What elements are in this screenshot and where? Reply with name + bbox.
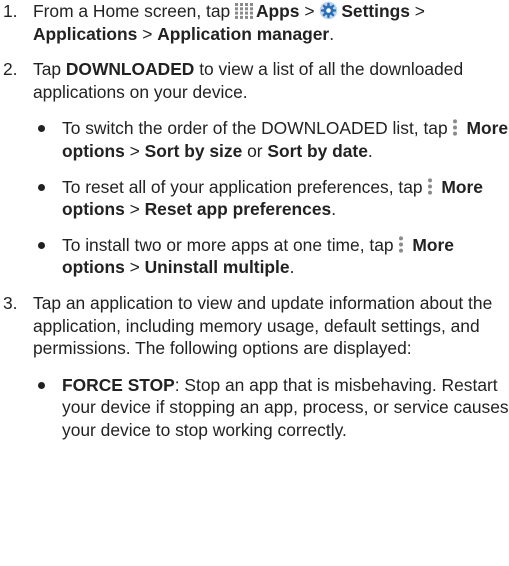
bullet-dot [38,125,45,133]
bullet-dot [38,183,45,191]
settings-gear-icon [319,1,338,20]
bullet-item: To reset all of your application prefere… [33,176,509,221]
step-text: Tap an application to view and update in… [33,292,493,359]
bullet-list: FORCE STOP: Stop an app that is misbehav… [33,374,509,442]
step-number: 1. [3,1,18,21]
step-text: Tap DOWNLOADED to view a list of all the… [33,59,464,102]
step-1: 1. From a Home screen, tap Apps > Settin… [0,0,509,45]
apps-grid-icon [235,3,253,19]
step-text: From a Home screen, tap Apps > Settings … [33,1,425,44]
more-options-icon [453,119,458,136]
bullet-dot [38,381,45,389]
bullet-list: To switch the order of the DOWNLOADED li… [33,117,509,279]
more-options-icon [428,177,433,195]
bullet-dot [38,241,45,249]
more-options-icon [399,236,404,253]
step-number: 2. [3,59,18,80]
steps-list: 1. From a Home screen, tap Apps > Settin… [0,0,509,442]
step-2: 2. Tap DOWNLOADED to view a list of all … [0,58,509,279]
bullet-item: To switch the order of the DOWNLOADED li… [33,117,509,162]
step-number: 3. [3,292,18,313]
step-3: 3. Tap an application to view and update… [0,292,509,442]
bullet-item: FORCE STOP: Stop an app that is misbehav… [33,374,509,442]
instructions-page: 1. From a Home screen, tap Apps > Settin… [0,0,509,455]
bullet-item: To install two or more apps at one time,… [33,234,509,279]
